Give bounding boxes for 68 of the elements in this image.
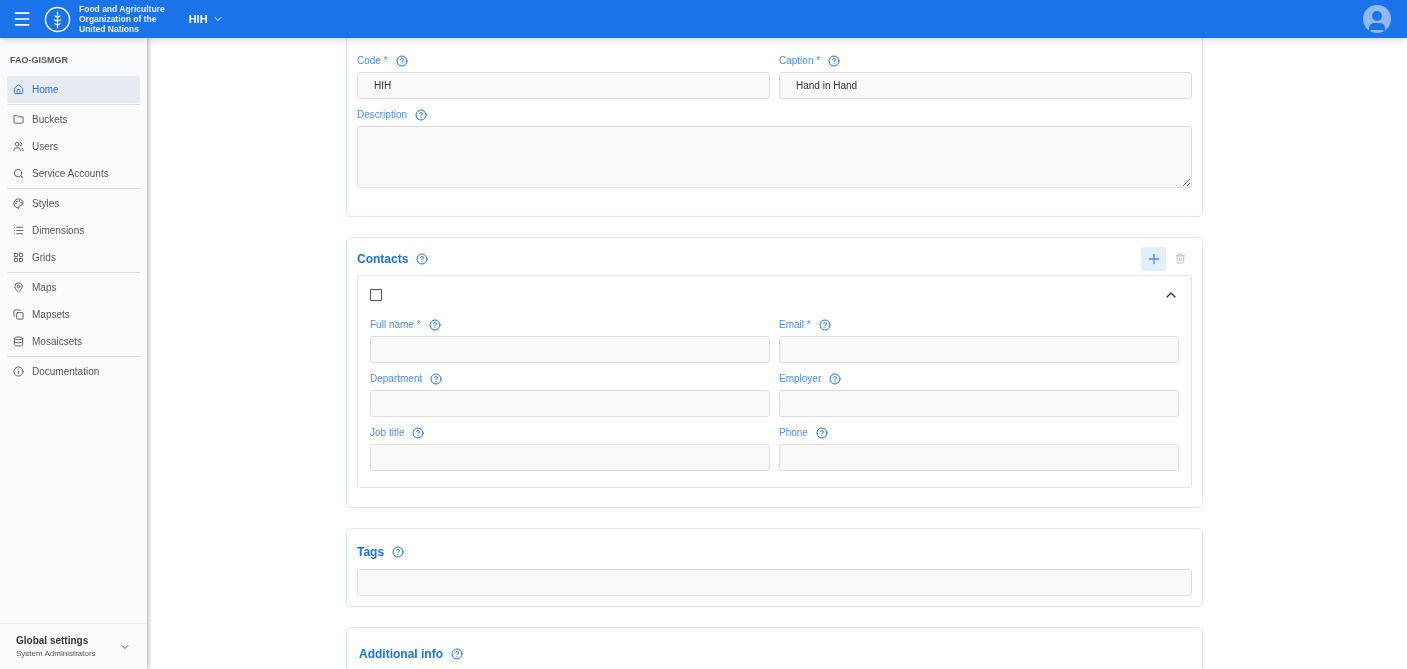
text-field[interactable] [370, 390, 770, 417]
field-label: Email * [779, 318, 811, 332]
sidebar-item[interactable]: Buckets [7, 105, 140, 133]
help-icon[interactable] [428, 318, 441, 331]
trash-icon[interactable] [1175, 253, 1186, 264]
folder-icon [13, 113, 24, 125]
emblem-icon [44, 5, 71, 33]
help-icon[interactable] [430, 372, 443, 385]
field-label: Department [370, 372, 423, 386]
field-label: Caption * [779, 54, 821, 68]
sidebar-item[interactable]: Users [7, 132, 140, 160]
text-field[interactable] [370, 444, 770, 471]
palette-icon [13, 197, 24, 209]
section-title: Contacts [357, 250, 409, 268]
map-pin-icon [13, 281, 24, 293]
field-label: Job title [370, 426, 405, 440]
section-title: Additional info [359, 646, 443, 663]
text-field[interactable]: HIH [357, 72, 770, 99]
help-icon[interactable] [451, 648, 463, 660]
help-icon[interactable] [412, 426, 425, 439]
tags-field[interactable] [357, 569, 1192, 596]
help-icon[interactable] [395, 54, 408, 67]
menu-icon[interactable] [12, 9, 32, 29]
sidebar-item[interactable]: Grids [7, 243, 140, 271]
text-field[interactable] [779, 444, 1179, 471]
field-label: Employer [779, 372, 822, 386]
description-field[interactable] [357, 126, 1192, 188]
help-icon[interactable] [829, 372, 842, 385]
workspace-dropdown[interactable]: HIH [188, 10, 224, 28]
magnifier-icon [13, 167, 24, 179]
checkbox[interactable] [370, 289, 382, 301]
list-icon [13, 224, 24, 236]
help-icon[interactable] [392, 546, 405, 558]
sidebar-item[interactable]: Maps [7, 273, 140, 301]
sidebar-item[interactable]: Mapsets [7, 300, 140, 328]
copy-icon [13, 308, 24, 320]
help-icon[interactable] [815, 426, 828, 439]
help-icon[interactable] [818, 318, 831, 331]
section-title: Tags [357, 544, 385, 561]
field-label: Full name * [370, 318, 421, 332]
text-field[interactable] [779, 336, 1179, 363]
field-label: Phone [779, 426, 808, 440]
help-icon[interactable] [416, 252, 429, 265]
avatar[interactable] [1363, 5, 1391, 33]
info-icon [13, 365, 24, 377]
add-button[interactable] [1141, 246, 1166, 271]
text-field[interactable] [370, 336, 770, 363]
global-settings-menu[interactable]: Global settings System Administrators [0, 623, 147, 669]
grid-icon [13, 251, 24, 263]
field-label: Code * [357, 54, 388, 68]
sidebar-item[interactable]: Styles [7, 189, 140, 217]
text-field[interactable]: Hand in Hand [779, 72, 1192, 99]
sidebar-item[interactable]: Documentation [7, 357, 140, 385]
database-icon [13, 335, 24, 347]
sidebar-item[interactable]: Service Accounts [7, 159, 140, 187]
sidebar-item[interactable]: Home [7, 75, 140, 103]
organization-name: Organization of the [79, 14, 158, 24]
home-icon [13, 83, 24, 95]
users-icon [13, 140, 24, 152]
text-field[interactable] [779, 390, 1179, 417]
organization-name: United Nations [79, 24, 140, 34]
field-label: Description [357, 108, 408, 122]
sidebar-title: FAO-GISMGR [9, 54, 69, 67]
help-icon[interactable] [828, 54, 841, 67]
help-icon[interactable] [415, 108, 428, 121]
organization-name: Food and Agriculture [79, 4, 165, 14]
sidebar-item[interactable]: Dimensions [7, 216, 140, 244]
sidebar-item[interactable]: Mosaicsets [7, 327, 140, 355]
